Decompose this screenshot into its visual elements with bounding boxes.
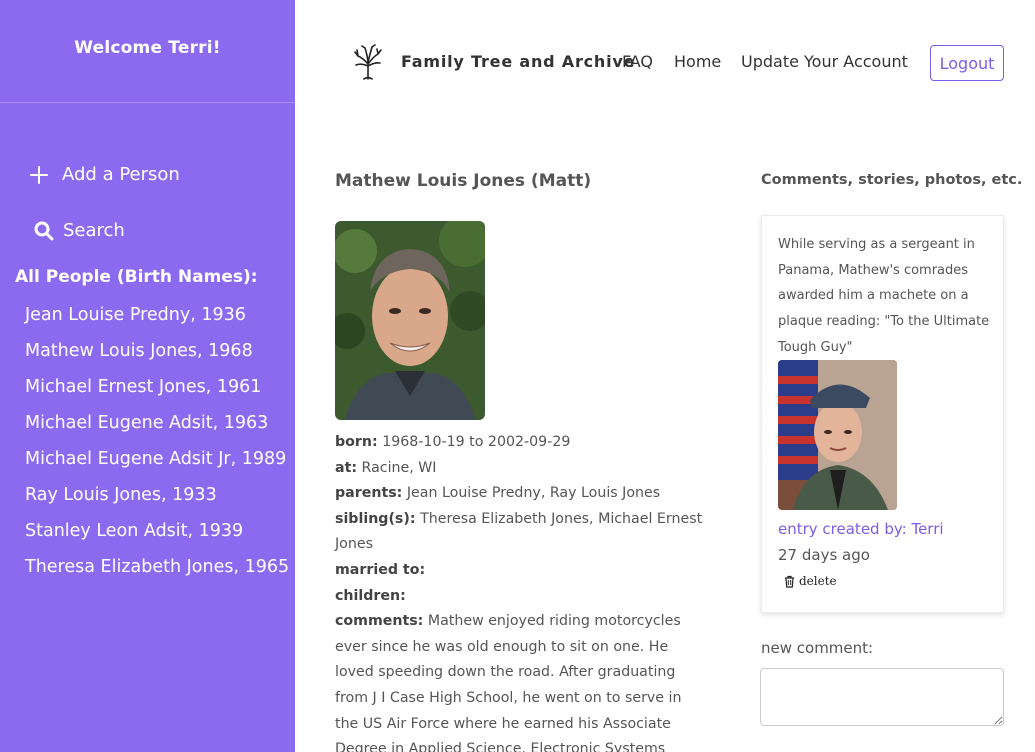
comment-photo xyxy=(778,360,897,510)
new-comment-label: new comment: xyxy=(761,639,874,657)
siblings-row: sibling(s): Theresa Elizabeth Jones, Mic… xyxy=(335,507,705,558)
nav-home[interactable]: Home xyxy=(674,52,721,71)
comment-text: While serving as a sergeant in Panama, M… xyxy=(778,237,990,355)
comments-value: Mathew enjoyed riding motorcycles ever s… xyxy=(335,613,682,752)
welcome-message: Welcome Terri! xyxy=(0,0,295,103)
birthplace-row: at: Racine, WI xyxy=(335,456,705,482)
tree-logo-icon[interactable] xyxy=(352,44,384,80)
children-label: children: xyxy=(335,587,406,604)
parents-value: Jean Louise Predny, Ray Louis Jones xyxy=(406,485,661,502)
born-label: born: xyxy=(335,434,378,450)
comment-card: While serving as a sergeant in Panama, M… xyxy=(761,215,1004,613)
comments-label: comments: xyxy=(335,613,424,630)
search-button[interactable]: Search xyxy=(33,220,125,241)
born-value: 1968-10-19 to 2002-09-29 xyxy=(382,434,571,450)
delete-label: delete xyxy=(799,574,837,588)
parents-label: parents: xyxy=(335,485,403,502)
person-name: Mathew Louis Jones (Matt) xyxy=(335,171,592,191)
logout-button[interactable]: Logout xyxy=(930,45,1004,81)
add-person-label: Add a Person xyxy=(62,164,180,185)
nav-faq[interactable]: FAQ xyxy=(622,52,653,71)
person-link[interactable]: Ray Louis Jones, 1933 xyxy=(25,482,289,518)
person-details: born: 1968-10-19 to 2002-09-29 at: Racin… xyxy=(335,430,705,752)
entry-author-link[interactable]: entry created by: Terri xyxy=(778,520,944,538)
new-comment-input[interactable] xyxy=(760,668,1004,726)
children-row: children: xyxy=(335,584,705,610)
birthplace-label: at: xyxy=(335,459,358,476)
married-row: married to: xyxy=(335,558,705,584)
nav-update-account[interactable]: Update Your Account xyxy=(741,52,908,71)
brand-title[interactable]: Family Tree and Archive xyxy=(401,52,635,71)
sidebar: Welcome Terri! Add a Person Search All P… xyxy=(0,0,295,752)
plus-icon xyxy=(28,165,50,184)
comments-title: Comments, stories, photos, etc. xyxy=(761,172,1023,188)
people-list-title: All People (Birth Names): xyxy=(15,267,258,287)
person-link[interactable]: Theresa Elizabeth Jones, 1965 xyxy=(25,554,289,590)
comment-timestamp: 27 days ago xyxy=(778,546,870,564)
married-label: married to: xyxy=(335,561,426,578)
person-link[interactable]: Stanley Leon Adsit, 1939 xyxy=(25,518,289,554)
siblings-label: sibling(s): xyxy=(335,510,416,527)
person-link[interactable]: Mathew Louis Jones, 1968 xyxy=(25,338,289,374)
search-label: Search xyxy=(63,220,125,241)
person-link[interactable]: Michael Eugene Adsit Jr, 1989 xyxy=(25,446,289,482)
delete-button[interactable]: delete xyxy=(784,574,837,588)
born-row: born: 1968-10-19 to 2002-09-29 xyxy=(335,430,705,456)
person-photo xyxy=(335,221,485,420)
comments-row: comments: Mathew enjoyed riding motorcyc… xyxy=(335,609,705,752)
people-list: Jean Louise Predny, 1936 Mathew Louis Jo… xyxy=(25,302,289,590)
birthplace-value: Racine, WI xyxy=(361,459,437,476)
add-person-button[interactable]: Add a Person xyxy=(28,164,180,185)
parents-row: parents: Jean Louise Predny, Ray Louis J… xyxy=(335,481,705,507)
person-link[interactable]: Jean Louise Predny, 1936 xyxy=(25,302,289,338)
search-icon xyxy=(33,221,55,241)
person-link[interactable]: Michael Eugene Adsit, 1963 xyxy=(25,410,289,446)
person-link[interactable]: Michael Ernest Jones, 1961 xyxy=(25,374,289,410)
trash-icon xyxy=(784,575,795,588)
